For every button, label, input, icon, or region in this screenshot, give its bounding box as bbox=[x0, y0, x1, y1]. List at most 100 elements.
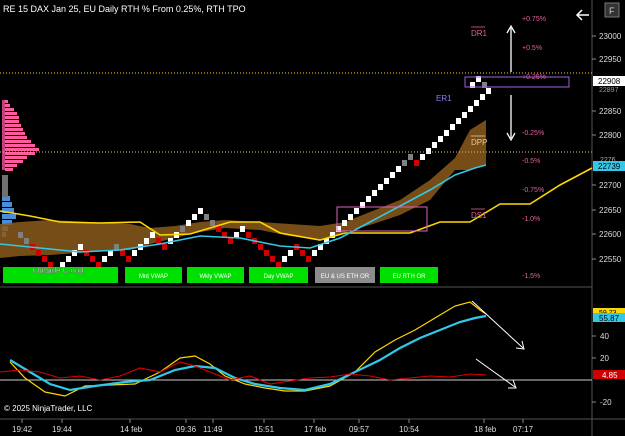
renko-brick bbox=[150, 232, 155, 238]
renko-brick bbox=[288, 250, 293, 256]
renko-brick bbox=[102, 256, 107, 262]
renko-brick bbox=[438, 136, 443, 142]
renko-brick bbox=[192, 214, 197, 220]
osc-cyan-line bbox=[9, 314, 487, 392]
renko-brick bbox=[342, 220, 347, 226]
tpo-profile-bar bbox=[5, 164, 17, 167]
osc-cyan-value: 55.87 bbox=[599, 314, 620, 323]
price-tick-label: 22550 bbox=[599, 255, 622, 264]
tpo-value-area bbox=[2, 100, 5, 170]
time-tick-label: 19:44 bbox=[52, 425, 73, 434]
tpo-profile-bar bbox=[5, 100, 8, 103]
chart-window[interactable]: RE 15 DAX Jan 25, EU Daily RTH % From 0.… bbox=[0, 0, 625, 436]
ds1-label: DS1 bbox=[471, 211, 487, 220]
tpo-grey-bar bbox=[2, 175, 8, 197]
trend-arrow-upper-shaft bbox=[471, 300, 524, 349]
osc-tick-label: -20 bbox=[600, 398, 612, 407]
tpo-profile-bar bbox=[5, 144, 35, 147]
renko-brick bbox=[378, 184, 383, 190]
renko-brick bbox=[426, 148, 431, 154]
tpo-profile-bar bbox=[5, 120, 19, 123]
er1-label: ER1 bbox=[436, 94, 452, 103]
tpo-profile-bar bbox=[5, 140, 31, 143]
renko-brick bbox=[144, 238, 149, 244]
renko-brick bbox=[354, 208, 359, 214]
percent-level-label: +0.5% bbox=[522, 45, 542, 52]
renko-brick bbox=[66, 256, 71, 262]
renko-brick bbox=[372, 190, 377, 196]
renko-brick bbox=[114, 244, 119, 250]
tpo-profile-bar bbox=[5, 128, 23, 131]
renko-brick bbox=[156, 238, 161, 244]
renko-brick bbox=[246, 232, 251, 238]
renko-brick bbox=[204, 214, 209, 220]
time-tick-label: 10:54 bbox=[399, 425, 420, 434]
tpo-profile-bar bbox=[5, 136, 27, 139]
tpo-profile-bar bbox=[5, 108, 14, 111]
renko-brick bbox=[414, 160, 419, 166]
renko-brick bbox=[462, 112, 467, 118]
time-tick-label: 07:17 bbox=[513, 425, 534, 434]
price-tick-label: 22850 bbox=[599, 107, 622, 116]
renko-brick bbox=[270, 256, 275, 262]
cyan-price-value: 22739 bbox=[598, 162, 621, 171]
percent-level-label: +0.75% bbox=[522, 16, 546, 23]
renko-brick bbox=[162, 244, 167, 250]
renko-brick bbox=[198, 208, 203, 214]
indicator-button-label: EU RTH OR bbox=[393, 274, 427, 280]
renko-brick bbox=[180, 226, 185, 232]
renko-brick bbox=[402, 160, 407, 166]
renko-brick bbox=[18, 232, 23, 238]
osc-tick-label: 20 bbox=[600, 354, 609, 363]
osc-tick-label: 40 bbox=[600, 332, 609, 341]
renko-brick bbox=[312, 250, 317, 256]
renko-brick bbox=[78, 244, 83, 250]
renko-brick bbox=[474, 100, 479, 106]
renko-brick bbox=[408, 154, 413, 160]
renko-brick bbox=[432, 142, 437, 148]
renko-brick bbox=[228, 238, 233, 244]
renko-brick bbox=[366, 196, 371, 202]
indicator-button-label: Wkly VWAP bbox=[199, 274, 231, 280]
price-tick-label: 22600 bbox=[599, 230, 622, 239]
renko-brick bbox=[348, 214, 353, 220]
renko-brick bbox=[126, 256, 131, 262]
renko-brick bbox=[264, 250, 269, 256]
renko-brick bbox=[36, 250, 41, 256]
tpo-profile-bar bbox=[5, 160, 23, 163]
tpo-profile-bar bbox=[5, 116, 19, 119]
tpo-profile-bar bbox=[5, 124, 21, 127]
time-tick-label: 14 feb bbox=[120, 425, 143, 434]
renko-brick bbox=[456, 118, 461, 124]
price-tick-label: 22650 bbox=[599, 206, 622, 215]
indicator-button-label: Mnt VWAP bbox=[139, 274, 168, 280]
renko-brick bbox=[24, 238, 29, 244]
dpp-label: DPP bbox=[471, 138, 487, 147]
indicator-button-label: Day VWAP bbox=[264, 274, 294, 280]
last-price-value: 22908 bbox=[598, 77, 621, 86]
renko-brick bbox=[420, 154, 425, 160]
dr1-label: DR1 bbox=[471, 29, 488, 38]
trend-arrow-lower-shaft bbox=[475, 358, 516, 388]
renko-brick bbox=[132, 250, 137, 256]
renko-brick bbox=[306, 256, 311, 262]
renko-brick bbox=[42, 256, 47, 262]
tpo-profile-bar bbox=[5, 112, 17, 115]
tpo-blue-bar bbox=[2, 214, 16, 219]
price-tick-label: 22950 bbox=[599, 55, 622, 64]
time-tick-label: 18 feb bbox=[474, 425, 497, 434]
time-tick-label: 09:36 bbox=[176, 425, 197, 434]
time-tick-label: 09:57 bbox=[349, 425, 370, 434]
price-tick-label: 22800 bbox=[599, 131, 622, 140]
renko-brick bbox=[468, 106, 473, 112]
tpo-profile-bar bbox=[5, 104, 10, 107]
renko-brick bbox=[240, 226, 245, 232]
osc-red-value: 4.85 bbox=[602, 371, 618, 380]
percent-level-label: -0.25% bbox=[522, 130, 544, 137]
tpo-profile-bar bbox=[5, 132, 25, 135]
chart-title: RE 15 DAX Jan 25, EU Daily RTH % From 0.… bbox=[3, 4, 246, 14]
renko-brick bbox=[480, 94, 485, 100]
renko-brick bbox=[120, 250, 125, 256]
tpo-blue-bar bbox=[2, 202, 12, 207]
renko-brick bbox=[384, 178, 389, 184]
